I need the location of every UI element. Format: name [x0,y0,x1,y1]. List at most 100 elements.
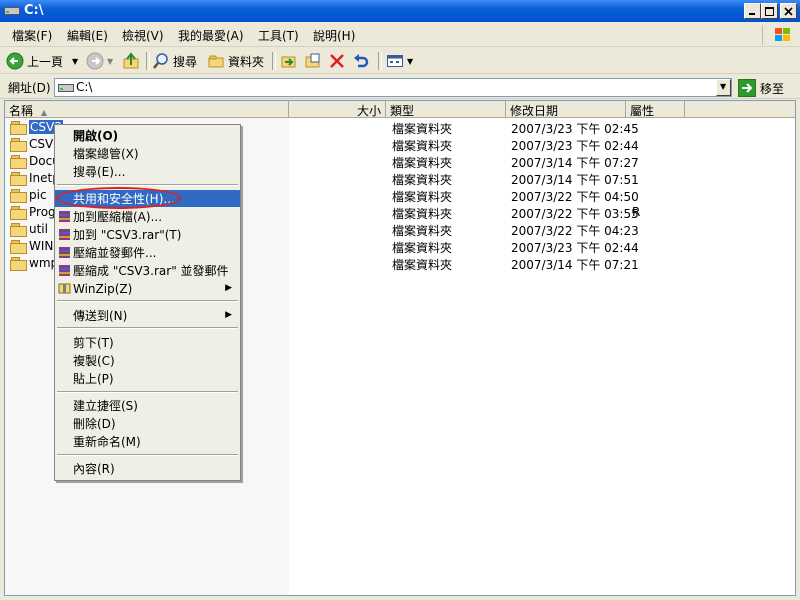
forward-button[interactable]: ▼ [86,51,113,71]
column-name-label: 名稱 [9,104,34,118]
forward-arrow-icon [86,52,104,70]
menu-create-shortcut[interactable]: 建立捷徑(S) [55,397,240,414]
forward-dropdown-icon[interactable]: ▼ [107,57,113,66]
table-row[interactable]: util [10,221,48,237]
menu-edit[interactable]: 編輯(E) [67,27,108,44]
menu-compress-csv3-and-email[interactable]: 壓縮成 "CSV3.rar" 並發郵件 [55,262,240,279]
menu-help[interactable]: 說明(H) [313,27,355,44]
toolbar: 上一頁 ▼ ▼ 搜尋 資料夾 ▼ [0,48,800,74]
folder-icon [10,138,27,152]
file-name: pic [29,188,47,202]
address-label: 網址(D) [8,81,51,95]
file-modified: 2007/3/14 下午 07:51 [511,173,639,187]
menu-explorer[interactable]: 檔案總管(X) [55,145,240,162]
menu-file[interactable]: 檔案(F) [12,27,52,44]
file-modified: 2007/3/23 下午 02:45 [511,122,639,136]
undo-icon [354,54,369,68]
toolbar-separator [272,52,276,70]
folder-icon [10,172,27,186]
search-icon [153,53,168,69]
back-button[interactable]: 上一頁 ▼ [6,51,78,71]
table-row[interactable]: pic [10,187,47,203]
menu-delete[interactable]: 刪除(D) [55,415,240,432]
table-row[interactable]: Progr [10,204,61,220]
menu-paste[interactable]: 貼上(P) [55,370,240,387]
menu-properties[interactable]: 內容(R) [55,460,240,477]
up-folder-button[interactable] [122,51,140,71]
menu-delete-label: 刪除(D) [73,417,116,431]
menu-copy[interactable]: 複製(C) [55,352,240,369]
delete-button[interactable] [328,51,346,71]
menu-separator [57,184,238,186]
folders-icon [208,55,224,68]
column-type[interactable]: 類型 [386,101,506,118]
column-name[interactable]: 名稱 ▲ [5,101,289,118]
file-modified: 2007/3/14 下午 07:27 [511,156,639,170]
winzip-icon [58,283,71,294]
move-to-button[interactable] [280,51,298,71]
sort-ascending-icon: ▲ [40,108,47,117]
menu-search[interactable]: 搜尋(E)... [55,163,240,180]
menu-paste-label: 貼上(P) [73,372,114,386]
go-arrow-icon [738,79,756,97]
menu-separator [57,391,238,393]
menu-add-to-csv3-rar[interactable]: 加到 "CSV3.rar"(T) [55,226,240,243]
file-type: 檔案資料夾 [392,122,453,136]
file-modified: 2007/3/14 下午 07:21 [511,258,639,272]
views-dropdown-icon[interactable]: ▼ [407,57,413,66]
windows-flag-icon [775,28,790,41]
undo-button[interactable] [352,51,370,71]
table-row[interactable]: Inetp [10,170,60,186]
menu-rename[interactable]: 重新命名(M) [55,433,240,450]
title-bar[interactable]: C:\ [0,0,800,22]
windows-logo [762,25,796,45]
close-button[interactable] [780,3,797,19]
menu-open[interactable]: 開啟(O) [55,127,240,144]
maximize-button[interactable] [761,3,778,19]
search-button[interactable]: 搜尋 [152,51,197,71]
up-folder-icon [123,52,139,69]
winrar-icon [59,229,70,240]
column-modified-label: 修改日期 [510,104,559,118]
menu-tools[interactable]: 工具(T) [258,27,299,44]
menu-compress-and-email[interactable]: 壓縮並發郵件... [55,244,240,261]
table-row[interactable]: WINI [10,238,57,254]
drive-icon [4,7,20,15]
delete-x-icon [330,54,344,68]
address-input[interactable] [54,78,732,97]
back-dropdown-icon[interactable]: ▼ [72,57,78,66]
menu-add-csv3-label: 加到 "CSV3.rar"(T) [73,228,182,242]
file-type: 檔案資料夾 [392,190,453,204]
table-row[interactable]: Docu [10,153,60,169]
menu-favorites[interactable]: 我的最愛(A) [178,27,244,44]
column-type-label: 類型 [390,104,415,118]
menu-compress-csv3-email-label: 壓縮成 "CSV3.rar" 並發郵件 [73,264,229,278]
menu-winzip[interactable]: WinZip(Z) ▶ [55,280,240,297]
window-title: C:\ [24,3,44,18]
views-button[interactable]: ▼ [386,51,413,71]
menu-separator [57,327,238,329]
file-modified: 2007/3/23 下午 02:44 [511,139,639,153]
menu-add-archive-label: 加到壓縮檔(A)... [73,210,163,224]
column-modified[interactable]: 修改日期 [506,101,626,118]
menu-add-to-archive[interactable]: 加到壓縮檔(A)... [55,208,240,225]
folders-button[interactable]: 資料夾 [207,51,264,71]
views-icon [387,55,403,67]
folder-icon [10,189,27,203]
column-attributes[interactable]: 屬性 [626,101,685,118]
menu-search-label: 搜尋(E)... [73,165,126,179]
menu-bar: 檔案(F) 編輯(E) 檢視(V) 我的最愛(A) 工具(T) 說明(H) [0,23,800,47]
toolbar-separator [146,52,150,70]
menu-cut[interactable]: 剪下(T) [55,334,240,351]
minimize-icon [749,12,755,15]
go-button[interactable]: 移至 [738,78,784,98]
menu-send-to[interactable]: 傳送到(N) ▶ [55,307,240,324]
menu-properties-label: 內容(R) [73,462,115,476]
menu-view[interactable]: 檢視(V) [122,27,164,44]
column-size[interactable]: 大小 [289,101,386,118]
minimize-button[interactable] [744,3,761,19]
address-dropdown[interactable]: ▼ [716,79,731,96]
go-label: 移至 [760,81,785,96]
copy-to-button[interactable] [304,51,322,71]
file-type: 檔案資料夾 [392,139,453,153]
